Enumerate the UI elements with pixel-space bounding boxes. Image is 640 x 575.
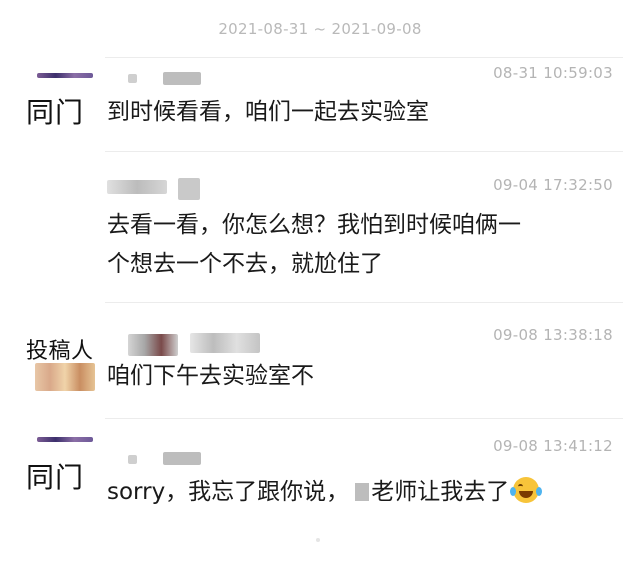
separator [105,151,623,152]
date-range-header: 2021-08-31 ~ 2021-09-08 [218,20,422,38]
separator [105,57,623,58]
message-text[interactable]: 到时候看看，咱们一起去实验室 [107,92,612,132]
message-text[interactable]: 去看一看，你怎么想？我怕到时候咱俩一 [107,205,612,245]
message-timestamp: 09-08 13:38:18 [493,326,613,344]
message-timestamp: 09-08 13:41:12 [493,437,613,455]
message-text-after: 老师让我去了 [371,479,510,505]
message-timestamp: 08-31 10:59:03 [493,64,613,82]
message-text-before: sorry，我忘了跟你说， [107,479,350,505]
message-text[interactable]: 咱们下午去实验室不 [107,356,612,396]
sender-name-blur [163,452,201,465]
separator [105,302,623,303]
avatar-blur [35,363,95,391]
avatar-blur [37,437,93,442]
sender-label: 同门 [26,461,85,494]
sender-label: 投稿人 [26,339,94,364]
sender-label: 同门 [26,96,85,129]
sender-name-blur [128,455,137,464]
sender-name-blur [163,72,201,85]
message-text[interactable]: sorry，我忘了跟你说， 老师让我去了 [107,472,612,512]
separator [105,418,623,419]
avatar-blur [37,73,93,78]
sender-name-blur [107,180,167,194]
sender-name-blur [178,178,200,200]
message-text[interactable]: 个想去一个不去，就尬住了 [107,244,612,284]
scroll-indicator-dot [316,538,320,542]
sender-name-blur [190,333,260,353]
sender-name-blur [128,334,178,356]
sender-name-blur [128,74,137,83]
message-timestamp: 09-04 17:32:50 [493,176,613,194]
redacted-name-blur [355,483,370,501]
tears-of-joy-emoji-icon [510,477,543,503]
